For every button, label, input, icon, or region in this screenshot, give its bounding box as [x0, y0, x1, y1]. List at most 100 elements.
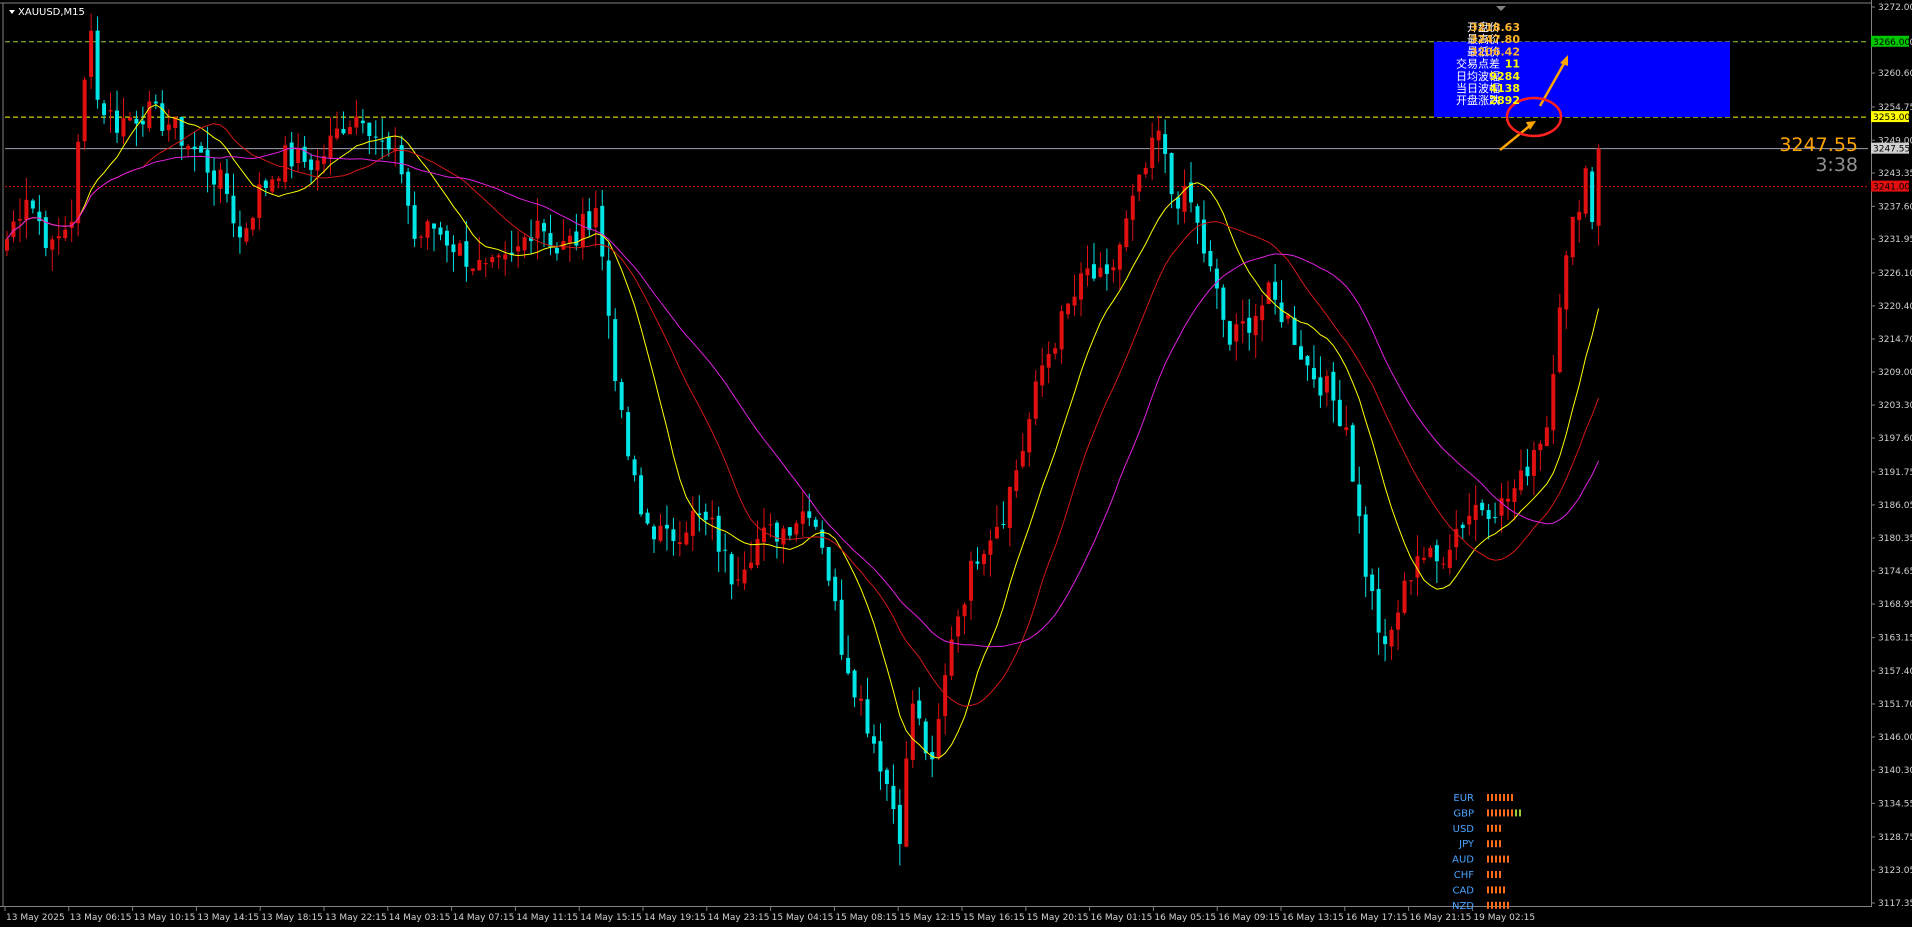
candle-body: [127, 117, 132, 121]
candle-body: [781, 528, 786, 545]
candle-body: [205, 149, 210, 173]
candle-body: [1156, 130, 1161, 141]
price-tick-label: 3128.75: [1878, 833, 1912, 843]
candle-body: [1551, 373, 1556, 431]
currency-label: NZD: [1452, 901, 1474, 912]
candle-body: [1247, 317, 1252, 333]
candle-body: [1104, 264, 1109, 274]
candle-body: [108, 110, 113, 112]
strength-bar: [1499, 809, 1501, 817]
candle-body: [593, 208, 598, 228]
candle-body: [457, 243, 462, 256]
time-tick-label: 13 May 06:15: [70, 913, 132, 923]
time-tick-label: 13 May 10:15: [134, 913, 196, 923]
price-chart[interactable]: 3272.003266.003260.603254.753249.003243.…: [0, 0, 1912, 927]
candle-body: [1596, 148, 1601, 226]
strength-bar: [1487, 855, 1489, 863]
candle-body: [613, 319, 618, 382]
candle-body: [276, 178, 281, 181]
strength-bar: [1511, 794, 1513, 801]
time-tick-label: 14 May 07:15: [453, 913, 515, 923]
time-tick-label: 16 May 17:15: [1346, 913, 1408, 923]
candle-body: [710, 517, 715, 520]
candle-body: [645, 512, 650, 524]
candle-body: [367, 122, 372, 136]
candle-body: [1318, 377, 1323, 396]
candle-body: [1311, 367, 1316, 380]
candle-body: [373, 136, 378, 138]
price-tick-label: 3168.95: [1878, 600, 1912, 610]
strength-bar: [1495, 901, 1497, 909]
candle-body: [192, 146, 197, 150]
candle-body: [102, 103, 107, 116]
strength-bar: [1499, 886, 1501, 894]
price-tick-label: 3260.60: [1878, 69, 1912, 79]
time-tick-label: 13 May 22:15: [325, 913, 387, 923]
candle-body: [813, 519, 818, 527]
candle-body: [244, 228, 249, 242]
time-tick-label: 19 May 02:15: [1473, 913, 1535, 923]
candle-body: [1143, 167, 1148, 175]
candle-body: [1299, 346, 1303, 360]
candle-body: [1214, 268, 1219, 289]
candle-body: [567, 235, 572, 243]
candle-body: [121, 118, 126, 137]
strength-bar: [1495, 855, 1497, 863]
candle-body: [5, 239, 9, 251]
candle-body: [17, 218, 22, 221]
strength-bar: [1503, 794, 1505, 801]
price-tick-label: 3157.40: [1878, 667, 1912, 677]
price-tag-label: 3266.00: [1873, 38, 1910, 48]
price-tick-label: 3174.65: [1878, 567, 1912, 577]
strength-bar: [1507, 794, 1509, 801]
candle-body: [1486, 510, 1491, 519]
candle-body: [347, 127, 352, 135]
candle-body: [1234, 324, 1239, 342]
candle-body: [1137, 174, 1142, 192]
candle-body: [1027, 419, 1032, 453]
currency-label: GBP: [1453, 808, 1474, 819]
price-tag-label: 3241.00: [1873, 183, 1910, 193]
candle-body: [50, 239, 55, 250]
strength-bar: [1495, 794, 1497, 801]
candle-body: [1195, 206, 1200, 223]
info-value: 3206.42: [1470, 45, 1520, 58]
candle-body: [270, 179, 275, 192]
candle-body: [600, 205, 605, 257]
candle-body: [871, 736, 876, 744]
candle-body: [1331, 371, 1336, 401]
candle-body: [412, 205, 417, 239]
candle-body: [878, 741, 883, 772]
candle-body: [917, 700, 922, 719]
candle-body: [1480, 502, 1485, 511]
candle-body: [1376, 588, 1381, 633]
candle-body: [1227, 321, 1232, 345]
candle-body: [736, 579, 741, 581]
strength-bar: [1499, 901, 1501, 909]
candle-body: [833, 576, 838, 602]
time-tick-label: 13 May 18:15: [261, 913, 323, 923]
candle-body: [716, 515, 721, 552]
candle-body: [37, 211, 42, 222]
candle-body: [1053, 348, 1058, 354]
candle-body: [664, 524, 669, 529]
candle-body: [334, 128, 339, 139]
candle-body: [199, 145, 204, 153]
candle-body: [224, 173, 229, 194]
candle-body: [949, 639, 954, 676]
strength-bar: [1495, 886, 1497, 894]
price-tick-label: 3203.30: [1878, 401, 1912, 411]
time-tick-label: 14 May 23:15: [708, 913, 770, 923]
price-tick-label: 3117.35: [1878, 899, 1912, 909]
time-tick-label: 15 May 20:15: [1027, 913, 1089, 923]
time-tick-label: 16 May 01:15: [1091, 913, 1153, 923]
strength-bar: [1487, 886, 1489, 894]
candle-body: [749, 562, 754, 569]
strength-bar: [1503, 855, 1505, 863]
candle-body: [425, 221, 430, 238]
candle-body: [30, 200, 35, 209]
strength-bar: [1511, 809, 1513, 817]
candle-body: [1292, 317, 1297, 345]
price-tick-label: 3123.05: [1878, 866, 1912, 876]
strength-bar: [1515, 809, 1517, 817]
